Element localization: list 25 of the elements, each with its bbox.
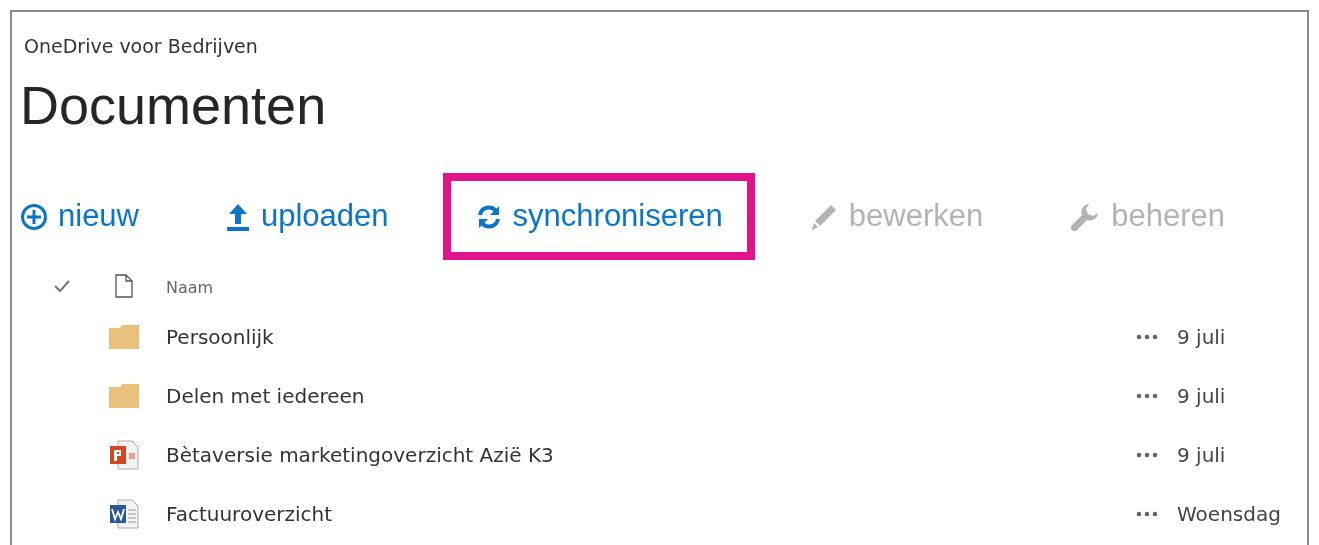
modified-date: Woensdag [1177, 502, 1281, 527]
folder-icon [108, 383, 140, 410]
file-name-link[interactable]: Factuuroverzicht [166, 502, 333, 527]
presentation-file-icon [108, 439, 140, 472]
modified-date: 9 juli [1177, 325, 1226, 350]
file-name-link[interactable]: Persoonlijk [166, 325, 274, 350]
toolbar-button[interactable]: uploaden [193, 173, 421, 260]
more-icon[interactable] [1136, 452, 1158, 459]
breadcrumb[interactable]: OneDrive voor Bedrijven [12, 12, 1307, 61]
select-all-check-icon[interactable] [54, 278, 70, 293]
plus-circle-icon [20, 202, 48, 231]
page-title: Documenten [19, 73, 328, 137]
file-name-link[interactable]: Delen met iedereen [166, 384, 365, 409]
more-icon[interactable] [1136, 334, 1158, 341]
toolbar-button[interactable]: synchroniseren [442, 173, 755, 260]
more-icon[interactable] [1136, 511, 1158, 518]
modified-date: 9 juli [1177, 384, 1226, 409]
folder-icon [108, 324, 140, 351]
modified-date: 9 juli [1177, 443, 1226, 468]
toolbar-button[interactable]: nieuw [20, 173, 171, 260]
document-file-icon [108, 498, 140, 531]
column-header[interactable]: Naam [166, 277, 214, 297]
file-name-link[interactable]: Bètaversie marketingoverzicht Azië K3 [166, 443, 554, 468]
file-type-icon [115, 273, 133, 298]
more-icon[interactable] [1136, 393, 1158, 400]
